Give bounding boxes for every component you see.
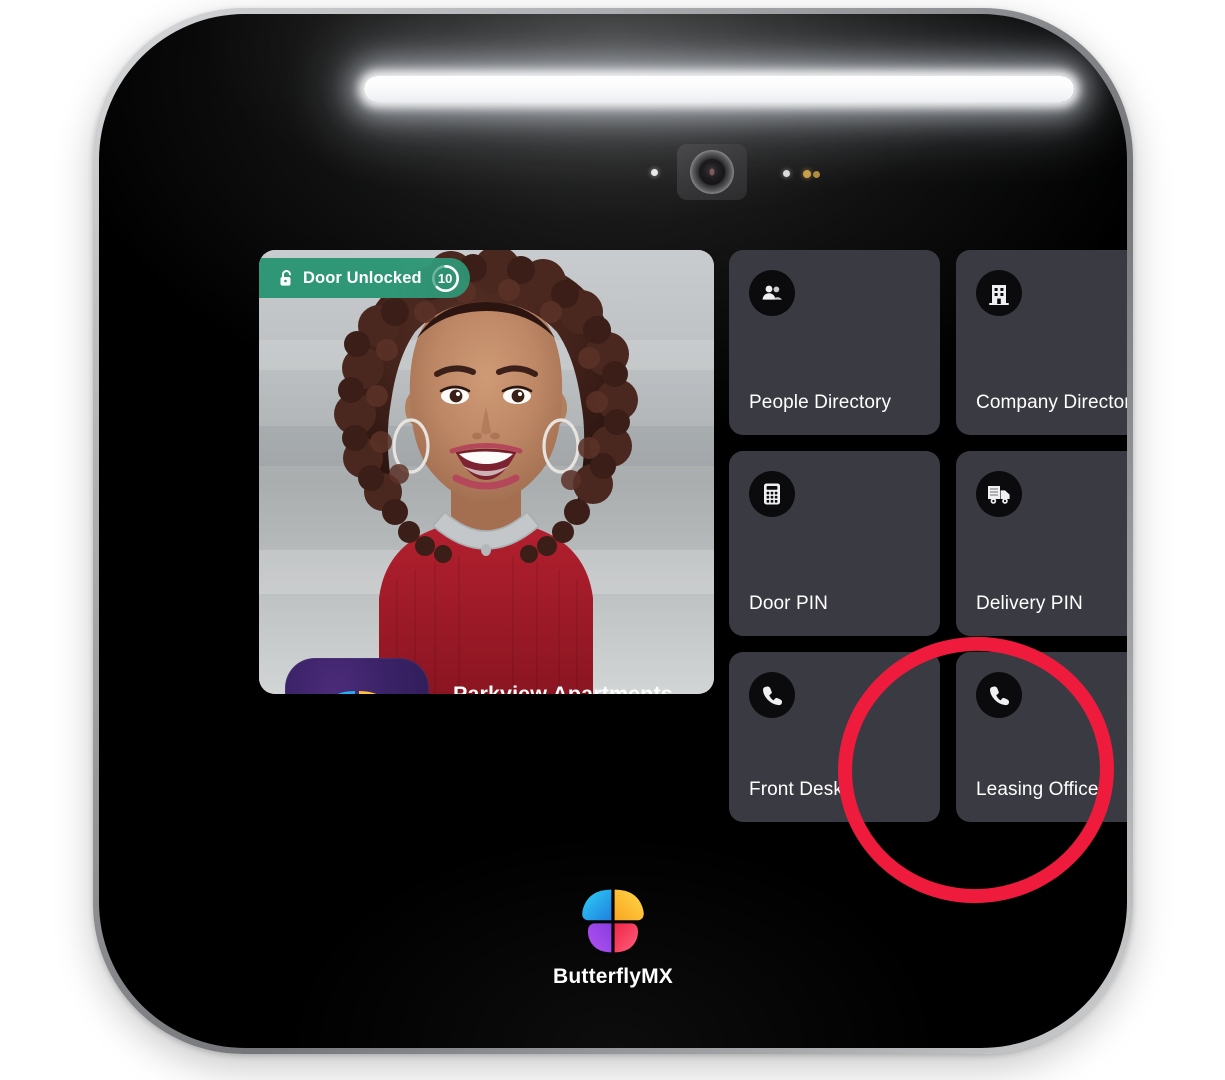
tile-delivery-pin[interactable]: Delivery PIN bbox=[956, 451, 1127, 636]
property-info: Parkview Apartments 44 West 28th Street … bbox=[285, 658, 714, 694]
building-icon bbox=[976, 270, 1022, 316]
tile-label: Leasing Office bbox=[976, 778, 1099, 800]
tile-company-directory[interactable]: Company Directory bbox=[956, 250, 1127, 435]
countdown-value: 10 bbox=[437, 270, 453, 286]
tile-leasing-office[interactable]: Leasing Office bbox=[956, 652, 1127, 822]
tile-front-desk[interactable]: Front Desk bbox=[729, 652, 940, 822]
device-face: Door Unlocked 10 Parkview Apartments Peo… bbox=[99, 14, 1127, 1048]
tile-label: Company Directory bbox=[976, 391, 1127, 413]
keypad-icon bbox=[749, 471, 795, 517]
butterfly-logo-icon bbox=[582, 889, 644, 953]
unlock-countdown: 10 bbox=[431, 264, 460, 293]
resident-portrait bbox=[334, 250, 638, 694]
sensor-dot-left bbox=[651, 169, 658, 176]
property-text: Parkview Apartments 44 West 28th Street … bbox=[453, 658, 673, 694]
status-light-bar bbox=[364, 76, 1074, 102]
property-name: Parkview Apartments bbox=[453, 682, 673, 694]
people-icon bbox=[749, 270, 795, 316]
delivery-truck-icon bbox=[976, 471, 1022, 517]
screenshot-root: Door Unlocked 10 Parkview Apartments Peo… bbox=[0, 0, 1225, 1080]
ir-led-dot-1 bbox=[803, 170, 811, 178]
intercom-device: Door Unlocked 10 Parkview Apartments Peo… bbox=[93, 8, 1133, 1054]
sensor-dot-right bbox=[783, 170, 790, 177]
door-unlocked-label: Door Unlocked bbox=[303, 268, 422, 287]
door-unlocked-badge: Door Unlocked 10 bbox=[259, 258, 470, 298]
unlocked-lock-icon bbox=[280, 269, 291, 286]
brand-name: ButterflyMX bbox=[552, 965, 674, 988]
brand-footer: ButterflyMX bbox=[553, 886, 673, 989]
butterflymx-app-icon bbox=[285, 658, 429, 694]
butterfly-logo-icon bbox=[337, 691, 377, 694]
tile-label: Delivery PIN bbox=[976, 592, 1083, 614]
phone-icon bbox=[749, 672, 795, 718]
ir-led-dot-2 bbox=[813, 171, 820, 178]
tile-people-directory[interactable]: People Directory bbox=[729, 250, 940, 435]
tile-label: Door PIN bbox=[749, 592, 828, 614]
tile-door-pin[interactable]: Door PIN bbox=[729, 451, 940, 636]
touchscreen: Door Unlocked 10 Parkview Apartments Peo… bbox=[259, 250, 1127, 904]
camera-module bbox=[677, 144, 747, 200]
tile-label: People Directory bbox=[749, 391, 892, 413]
camera-glint bbox=[709, 168, 715, 176]
video-feed-panel[interactable]: Door Unlocked 10 Parkview Apartments bbox=[259, 250, 714, 694]
tile-label: Front Desk bbox=[749, 778, 843, 800]
phone-icon bbox=[976, 672, 1022, 718]
action-tile-grid: People Directory Company Directory Door … bbox=[729, 250, 1127, 822]
